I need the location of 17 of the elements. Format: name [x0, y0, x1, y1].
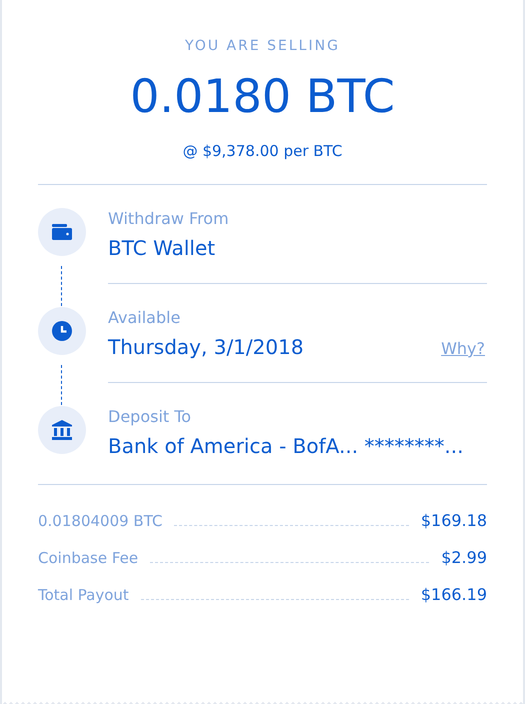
step-value: BTC Wallet — [108, 236, 216, 260]
summary-amount: $2.99 — [441, 548, 487, 567]
sell-amount: 0.0180 BTC — [129, 68, 396, 124]
summary-label: Coinbase Fee — [38, 549, 138, 567]
summary-label: 0.01804009 BTC — [38, 512, 162, 530]
summary-amount: $169.18 — [420, 511, 487, 530]
wallet-icon — [38, 208, 86, 256]
summary-amount: $166.19 — [420, 585, 487, 604]
step-label: Withdraw From — [108, 209, 230, 228]
summary-label: Total Payout — [38, 586, 129, 604]
step-label: Available — [108, 308, 182, 327]
step-value: Bank of America - BofA... ********... — [108, 434, 464, 458]
step-value: Thursday, 3/1/2018 — [108, 335, 304, 359]
step-label: Deposit To — [108, 407, 192, 426]
why-link[interactable]: Why? — [441, 339, 485, 358]
selling-caption: YOU ARE SELLING — [184, 38, 341, 54]
exchange-rate: @ $9,378.00 per BTC — [182, 142, 344, 160]
